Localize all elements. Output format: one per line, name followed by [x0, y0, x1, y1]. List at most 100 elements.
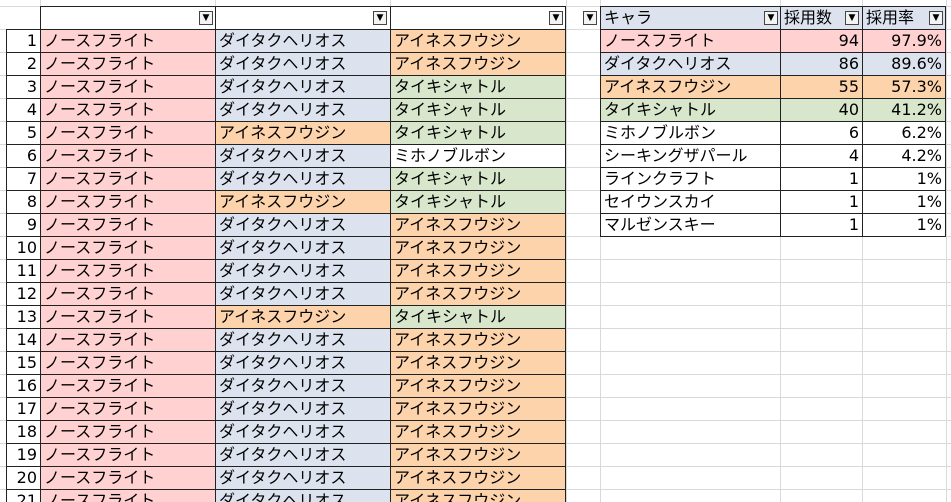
chara-cell[interactable]: ダイタクヘリオス	[215, 144, 391, 168]
chara-cell[interactable]: アイネスフウジン	[390, 397, 566, 421]
chara-cell[interactable]: ダイタクヘリオス	[215, 259, 391, 283]
chara-cell[interactable]: アイネスフウジン	[390, 420, 566, 444]
row-number-cell[interactable]: 18	[6, 420, 41, 444]
row-number-cell[interactable]: 19	[6, 443, 41, 467]
chara-cell[interactable]: ダイタクヘリオス	[215, 282, 391, 306]
chara-cell[interactable]: ダイタクヘリオス	[215, 397, 391, 421]
chara-cell[interactable]: ダイタクヘリオス	[215, 167, 391, 191]
chara-cell[interactable]: ダイタクヘリオス	[215, 236, 391, 260]
chara-cell[interactable]: ノースフライト	[40, 167, 216, 191]
chara-cell[interactable]: アイネスフウジン	[215, 305, 391, 329]
chara-cell[interactable]: ノースフライト	[40, 190, 216, 214]
summary-count-cell[interactable]: 1	[780, 213, 863, 237]
row-number-cell[interactable]: 8	[6, 190, 41, 214]
row-number-cell[interactable]: 2	[6, 52, 41, 76]
chara-cell[interactable]: ダイタクヘリオス	[215, 351, 391, 375]
chara-cell[interactable]: アイネスフウジン	[215, 190, 391, 214]
summary-name-cell[interactable]: アイネスフウジン	[600, 75, 781, 99]
chara-cell[interactable]: ノースフライト	[40, 466, 216, 490]
chara-cell[interactable]: ダイタクヘリオス	[215, 328, 391, 352]
filter-dropdown-icon[interactable]: ▼	[583, 11, 597, 25]
filter-dropdown-icon[interactable]: ▼	[549, 11, 563, 25]
chara-cell[interactable]: ダイタクヘリオス	[215, 466, 391, 490]
chara-cell[interactable]: ノースフライト	[40, 29, 216, 53]
chara-cell[interactable]: ダイタクヘリオス	[215, 52, 391, 76]
chara-cell[interactable]: ノースフライト	[40, 282, 216, 306]
row-number-cell[interactable]: 17	[6, 397, 41, 421]
chara-cell[interactable]: タイキシャトル	[390, 167, 566, 191]
chara-cell[interactable]: アイネスフウジン	[390, 213, 566, 237]
chara-cell[interactable]: ノースフライト	[40, 397, 216, 421]
chara-cell[interactable]: ノースフライト	[40, 75, 216, 99]
chara-cell[interactable]: アイネスフウジン	[390, 282, 566, 306]
chara-cell[interactable]: タイキシャトル	[390, 75, 566, 99]
chara-cell[interactable]: アイネスフウジン	[215, 121, 391, 145]
summary-name-cell[interactable]: シーキングザパール	[600, 144, 781, 168]
chara-cell[interactable]: アイネスフウジン	[390, 466, 566, 490]
row-number-cell[interactable]: 9	[6, 213, 41, 237]
summary-name-cell[interactable]: ノースフライト	[600, 29, 781, 53]
chara-cell[interactable]: アイネスフウジン	[390, 259, 566, 283]
summary-count-cell[interactable]: 40	[780, 98, 863, 122]
filter-dropdown-icon[interactable]: ▼	[929, 11, 943, 25]
summary-name-cell[interactable]: ダイタクヘリオス	[600, 52, 781, 76]
row-number-cell[interactable]: 16	[6, 374, 41, 398]
filter-dropdown-icon[interactable]: ▼	[373, 11, 387, 25]
chara-cell[interactable]: ダイタクヘリオス	[215, 213, 391, 237]
chara-cell[interactable]: アイネスフウジン	[390, 328, 566, 352]
summary-rate-cell[interactable]: 1%	[862, 167, 946, 191]
filter-dropdown-icon[interactable]: ▼	[845, 11, 859, 25]
filter-dropdown-icon[interactable]: ▼	[764, 11, 778, 25]
summary-name-cell[interactable]: マルゼンスキー	[600, 213, 781, 237]
row-number-cell[interactable]: 5	[6, 121, 41, 145]
chara-cell[interactable]: アイネスフウジン	[390, 489, 566, 502]
chara-cell[interactable]: ノースフライト	[40, 305, 216, 329]
summary-name-cell[interactable]: ラインクラフト	[600, 167, 781, 191]
chara-cell[interactable]: アイネスフウジン	[390, 29, 566, 53]
summary-count-cell[interactable]: 94	[780, 29, 863, 53]
summary-name-cell[interactable]: ミホノブルボン	[600, 121, 781, 145]
chara-cell[interactable]: ノースフライト	[40, 98, 216, 122]
summary-count-cell[interactable]: 1	[780, 167, 863, 191]
chara-cell[interactable]: ダイタクヘリオス	[215, 374, 391, 398]
summary-rate-cell[interactable]: 57.3%	[862, 75, 946, 99]
chara-cell[interactable]: ノースフライト	[40, 236, 216, 260]
row-number-cell[interactable]: 7	[6, 167, 41, 191]
summary-name-cell[interactable]: タイキシャトル	[600, 98, 781, 122]
summary-count-cell[interactable]: 1	[780, 190, 863, 214]
summary-rate-cell[interactable]: 4.2%	[862, 144, 946, 168]
chara-cell[interactable]: ミホノブルボン	[390, 144, 566, 168]
row-number-cell[interactable]: 15	[6, 351, 41, 375]
chara-cell[interactable]: ダイタクヘリオス	[215, 420, 391, 444]
summary-count-cell[interactable]: 86	[780, 52, 863, 76]
summary-rate-cell[interactable]: 89.6%	[862, 52, 946, 76]
row-number-cell[interactable]: 3	[6, 75, 41, 99]
summary-rate-cell[interactable]: 41.2%	[862, 98, 946, 122]
summary-count-cell[interactable]: 6	[780, 121, 863, 145]
summary-count-cell[interactable]: 4	[780, 144, 863, 168]
chara-cell[interactable]: アイネスフウジン	[390, 236, 566, 260]
chara-cell[interactable]: ダイタクヘリオス	[215, 443, 391, 467]
row-number-cell[interactable]: 13	[6, 305, 41, 329]
chara-cell[interactable]: ノースフライト	[40, 121, 216, 145]
row-number-cell[interactable]: 1	[6, 29, 41, 53]
summary-rate-cell[interactable]: 6.2%	[862, 121, 946, 145]
row-number-cell[interactable]: 21	[6, 489, 41, 502]
row-number-cell[interactable]: 14	[6, 328, 41, 352]
chara-cell[interactable]: アイネスフウジン	[390, 374, 566, 398]
summary-rate-cell[interactable]: 1%	[862, 213, 946, 237]
chara-cell[interactable]: ダイタクヘリオス	[215, 75, 391, 99]
chara-cell[interactable]: タイキシャトル	[390, 121, 566, 145]
chara-cell[interactable]: ノースフライト	[40, 259, 216, 283]
row-number-cell[interactable]: 6	[6, 144, 41, 168]
summary-count-cell[interactable]: 55	[780, 75, 863, 99]
chara-cell[interactable]: ノースフライト	[40, 374, 216, 398]
chara-cell[interactable]: ノースフライト	[40, 52, 216, 76]
chara-cell[interactable]: ノースフライト	[40, 213, 216, 237]
chara-cell[interactable]: アイネスフウジン	[390, 52, 566, 76]
row-number-cell[interactable]: 20	[6, 466, 41, 490]
chara-cell[interactable]: ノースフライト	[40, 351, 216, 375]
chara-cell[interactable]: ノースフライト	[40, 144, 216, 168]
chara-cell[interactable]: ダイタクヘリオス	[215, 29, 391, 53]
chara-cell[interactable]: ノースフライト	[40, 489, 216, 502]
